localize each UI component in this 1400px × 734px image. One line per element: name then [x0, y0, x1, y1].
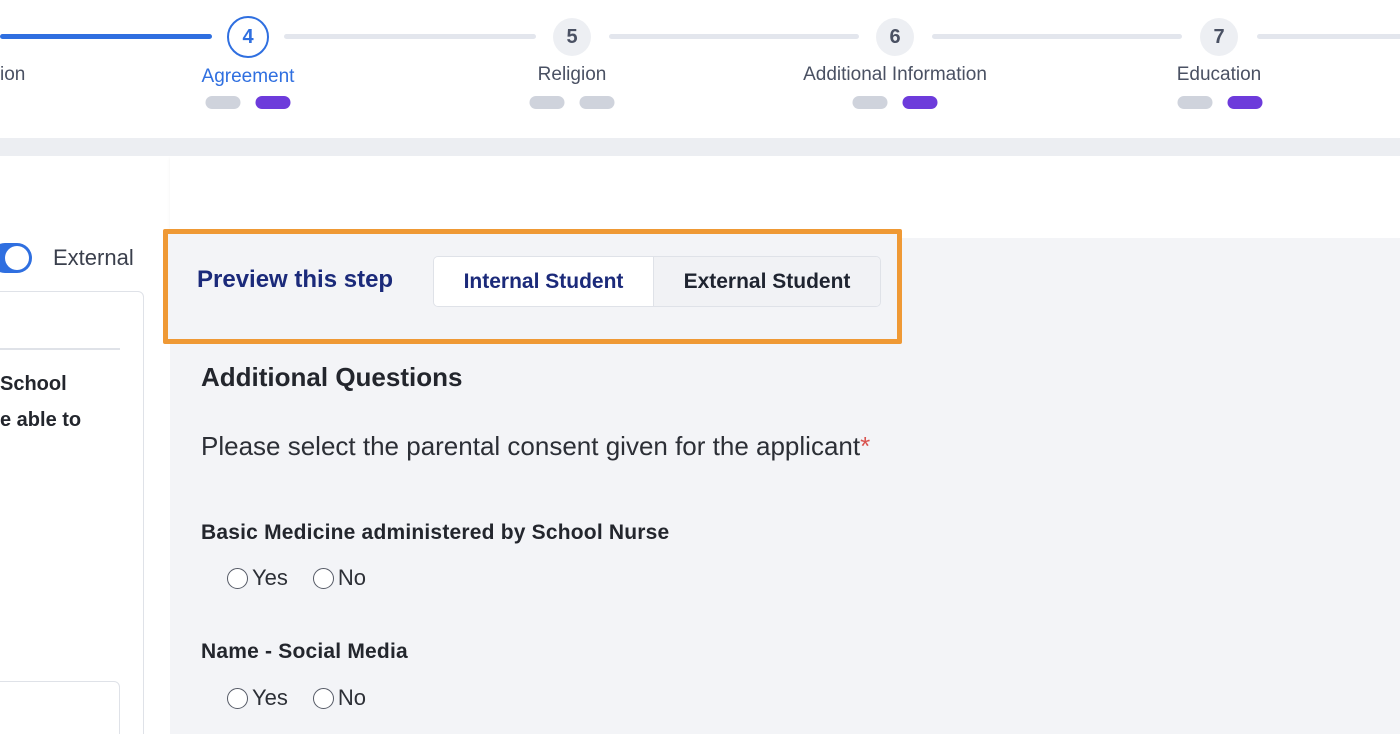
radio-button[interactable]	[312, 687, 334, 709]
question-label: Name - Social Media	[201, 640, 408, 663]
step-connector-completed	[0, 34, 212, 39]
card-divider	[0, 348, 120, 350]
status-pill	[255, 96, 291, 109]
editor-card-text: School e able to	[0, 366, 81, 438]
step-7-label[interactable]: Education	[1177, 64, 1262, 86]
status-pill	[852, 96, 888, 109]
editor-input-field[interactable]	[0, 681, 120, 734]
step-4-circle[interactable]: 4	[227, 16, 269, 58]
radio-label: Yes	[252, 685, 288, 710]
status-pill	[1177, 96, 1213, 109]
progress-stepper: ion 4 Agreement 5 Religion 6 Additional …	[0, 0, 1400, 138]
radio-button[interactable]	[227, 687, 248, 709]
status-pill	[579, 96, 615, 109]
step-7-status-pills	[1177, 96, 1263, 109]
toggle-label: External	[53, 245, 134, 270]
step-7-circle[interactable]: 7	[1200, 18, 1238, 56]
editor-text-line: School	[0, 373, 67, 395]
radio-button[interactable]	[312, 567, 334, 589]
radio-button[interactable]	[227, 567, 248, 589]
editor-card	[0, 291, 144, 734]
internal-student-button[interactable]: Internal Student	[434, 257, 653, 306]
question-radio-group: Yes No	[227, 565, 391, 591]
editor-text-line: e able to	[0, 409, 82, 431]
status-pill	[205, 96, 241, 109]
instruction-text: Please select the parental consent given…	[201, 431, 861, 461]
step-6-circle[interactable]: 6	[876, 18, 914, 56]
step-6-label[interactable]: Additional Information	[803, 64, 987, 86]
external-toggle-switch[interactable]	[0, 243, 32, 273]
question-label: Basic Medicine administered by School Nu…	[201, 521, 670, 544]
external-student-button[interactable]: External Student	[653, 257, 880, 306]
step-connector	[1257, 34, 1400, 39]
radio-label: No	[337, 565, 367, 590]
radio-option-no[interactable]: No	[312, 685, 367, 711]
step-4-status-pills	[205, 96, 291, 109]
step-5-status-pills	[529, 96, 615, 109]
preview-header-strip	[170, 156, 1400, 238]
step-connector	[284, 34, 536, 39]
step-label-previous[interactable]: ion	[0, 64, 25, 86]
status-pill	[529, 96, 565, 109]
preview-step-label: Preview this step	[197, 266, 394, 293]
step-6-status-pills	[852, 96, 938, 109]
student-type-toggle: Internal Student External Student	[433, 256, 881, 307]
radio-option-yes[interactable]: Yes	[227, 685, 288, 711]
step-4-label[interactable]: Agreement	[202, 66, 295, 88]
step-5-label[interactable]: Religion	[538, 64, 607, 86]
status-pill	[902, 96, 938, 109]
status-pill	[1227, 96, 1263, 109]
step-5-circle[interactable]: 5	[553, 18, 591, 56]
step-connector	[932, 34, 1182, 39]
radio-label: No	[337, 685, 367, 710]
required-asterisk: *	[860, 431, 871, 461]
radio-option-yes[interactable]: Yes	[227, 565, 288, 591]
stepper-divider-band	[0, 138, 1400, 156]
question-radio-group: Yes No	[227, 685, 391, 711]
toggle-knob	[5, 246, 29, 270]
section-title: Additional Questions	[201, 362, 463, 392]
radio-option-no[interactable]: No	[312, 565, 367, 591]
step-connector	[609, 34, 859, 39]
consent-instruction: Please select the parental consent given…	[201, 431, 870, 462]
radio-label: Yes	[252, 565, 288, 590]
